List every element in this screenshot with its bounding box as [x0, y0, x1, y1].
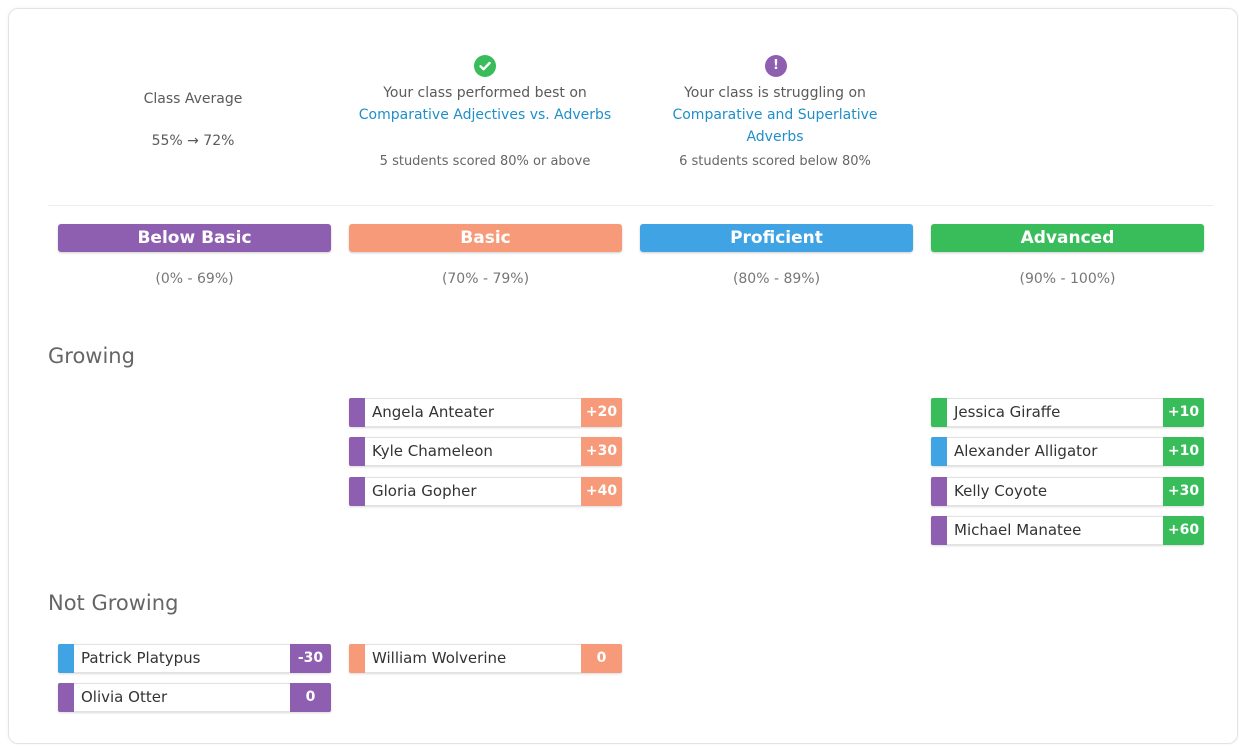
growing-section-title: Growing	[48, 344, 135, 368]
score-change-badge: +20	[581, 398, 622, 427]
struggling-heading: Your class is struggling on	[684, 85, 866, 101]
student-name: Angela Anteater	[372, 403, 494, 421]
student-chip[interactable]: Michael Manatee +60	[931, 516, 1204, 545]
band-range-advanced: (90% - 100%)	[1019, 271, 1116, 287]
score-change-badge: +30	[581, 437, 622, 466]
score-change-badge: -30	[290, 644, 331, 673]
student-chip[interactable]: Kelly Coyote +30	[931, 477, 1204, 506]
student-chip[interactable]: Olivia Otter 0	[58, 683, 331, 712]
student-chip[interactable]: Jessica Giraffe +10	[931, 398, 1204, 427]
student-name: Michael Manatee	[954, 521, 1082, 539]
best-detail: 5 students scored 80% or above	[379, 154, 591, 169]
prior-band-marker	[349, 477, 365, 506]
score-change-badge: 0	[581, 644, 622, 673]
score-change-badge: +40	[581, 477, 622, 506]
student-name: William Wolverine	[372, 649, 507, 667]
struggling-detail: 6 students scored below 80%	[679, 154, 871, 169]
summary-divider	[48, 205, 1213, 206]
best-performance-summary: Your class performed best on Comparative…	[335, 82, 635, 173]
struggling-summary: Your class is struggling on Comparative …	[625, 82, 925, 173]
student-name: Kyle Chameleon	[372, 442, 493, 460]
score-change-badge: +60	[1163, 516, 1204, 545]
band-header-below-basic: Below Basic	[58, 224, 331, 252]
checkmark-icon	[474, 55, 496, 77]
struggling-topic-line1: Comparative and Superlative	[672, 107, 878, 123]
student-name: Jessica Giraffe	[954, 403, 1061, 421]
prior-band-marker	[349, 644, 365, 673]
band-header-basic: Basic	[349, 224, 622, 252]
band-range-proficient: (80% - 89%)	[732, 271, 821, 287]
best-topic-link[interactable]: Comparative Adjectives vs. Adverbs	[335, 104, 635, 126]
not-growing-section-title: Not Growing	[48, 591, 179, 615]
student-chip[interactable]: Gloria Gopher +40	[349, 477, 622, 506]
score-change-badge: +30	[1163, 477, 1204, 506]
student-chip[interactable]: Kyle Chameleon +30	[349, 437, 622, 466]
class-average-summary: Class Average 55% → 72%	[120, 88, 266, 152]
band-header-advanced: Advanced	[931, 224, 1204, 252]
student-name: Kelly Coyote	[954, 482, 1048, 500]
best-heading: Your class performed best on	[383, 85, 587, 101]
prior-band-marker	[931, 516, 947, 545]
prior-band-marker	[58, 644, 74, 673]
student-chip[interactable]: Alexander Alligator +10	[931, 437, 1204, 466]
student-chip[interactable]: William Wolverine 0	[349, 644, 622, 673]
class-average-label: Class Average	[143, 91, 243, 107]
student-name: Olivia Otter	[81, 688, 168, 706]
student-chip[interactable]: Patrick Platypus -30	[58, 644, 331, 673]
prior-band-marker	[931, 398, 947, 427]
prior-band-marker	[931, 477, 947, 506]
band-header-proficient: Proficient	[640, 224, 913, 252]
struggling-topic-line2: Adverbs	[746, 129, 804, 145]
prior-band-marker	[931, 437, 947, 466]
student-chip[interactable]: Angela Anteater +20	[349, 398, 622, 427]
prior-band-marker	[349, 437, 365, 466]
struggling-topic-link[interactable]: Comparative and Superlative Adverbs	[625, 104, 925, 148]
prior-band-marker	[58, 683, 74, 712]
band-range-below-basic: (0% - 69%)	[155, 271, 234, 287]
prior-band-marker	[349, 398, 365, 427]
score-change-badge: +10	[1163, 398, 1204, 427]
student-name: Patrick Platypus	[81, 649, 201, 667]
exclamation-icon: !	[765, 55, 787, 77]
score-change-badge: 0	[290, 683, 331, 712]
class-average-value: 55% → 72%	[151, 133, 235, 149]
student-name: Gloria Gopher	[372, 482, 477, 500]
band-range-basic: (70% - 79%)	[441, 271, 530, 287]
score-change-badge: +10	[1163, 437, 1204, 466]
student-name: Alexander Alligator	[954, 442, 1098, 460]
